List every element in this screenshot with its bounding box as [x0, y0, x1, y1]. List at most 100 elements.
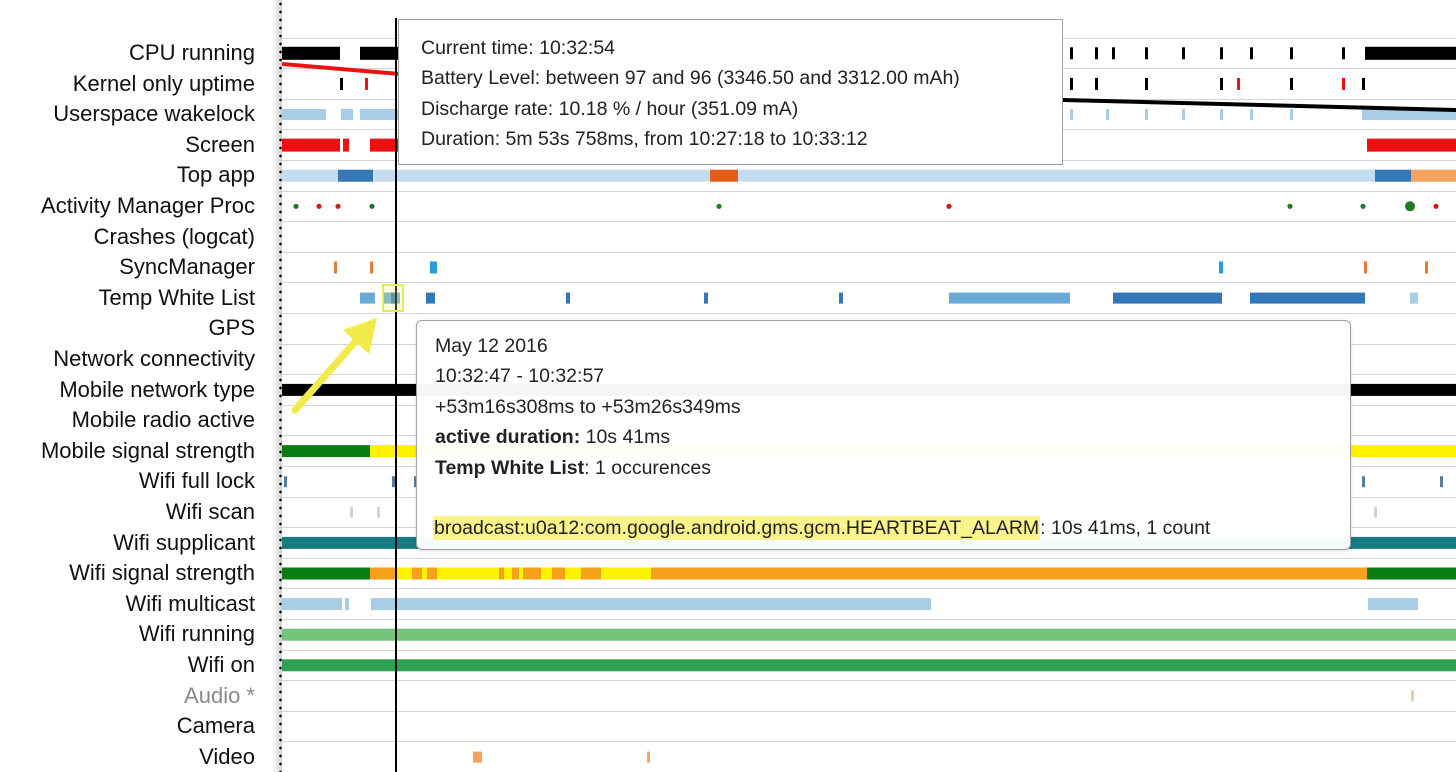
wifi-on-bar[interactable] [282, 659, 1456, 672]
wifi-signal-bar[interactable] [395, 567, 412, 580]
current-time-cursor[interactable] [395, 18, 397, 772]
kernel-uptime-tick[interactable] [1095, 77, 1098, 90]
cpu-running-tick[interactable] [1070, 47, 1073, 60]
whitelist-tick[interactable] [566, 292, 570, 304]
cpu-running-bar[interactable] [282, 46, 340, 60]
cpu-running-bar[interactable] [1365, 46, 1456, 60]
sync-tick[interactable] [1364, 261, 1367, 274]
cpu-running-tick[interactable] [1182, 47, 1185, 60]
cpu-running-tick[interactable] [1290, 47, 1293, 60]
screen-on-bar[interactable] [1367, 138, 1456, 152]
cpu-running-tick[interactable] [1095, 47, 1098, 60]
kernel-uptime-tick[interactable] [1145, 77, 1148, 90]
event-detail-value: : 10s 41ms, 1 count [1040, 516, 1211, 539]
wakelock-tick[interactable] [1145, 109, 1148, 120]
event-dot[interactable] [316, 203, 322, 209]
event-dot[interactable] [1405, 201, 1415, 212]
event-dot[interactable] [1433, 203, 1439, 209]
screen-on-bar[interactable] [282, 138, 340, 152]
wifi-signal-bar[interactable] [504, 567, 512, 580]
top-app-bar[interactable] [338, 169, 373, 182]
event-dot[interactable] [1360, 203, 1366, 209]
event-dot[interactable] [1287, 203, 1293, 209]
wifi-multicast-bar[interactable] [345, 598, 349, 611]
whitelist-bar[interactable] [426, 292, 435, 304]
current-time-text: Current time: 10:32:54 [421, 37, 616, 59]
cpu-running-bar[interactable] [360, 46, 398, 60]
event-dot[interactable] [293, 203, 299, 209]
screen-on-bar[interactable] [343, 138, 349, 152]
cpu-running-tick[interactable] [1145, 47, 1148, 60]
wifi-running-bar[interactable] [282, 628, 1456, 641]
wifi-scan-tick[interactable] [350, 506, 353, 518]
wakelock-tick[interactable] [1106, 109, 1109, 120]
sync-tick[interactable] [334, 261, 337, 274]
cpu-running-tick[interactable] [1112, 47, 1115, 60]
event-dot[interactable] [369, 203, 375, 209]
whitelist-bar[interactable] [949, 292, 1070, 304]
kernel-uptime-tick[interactable] [365, 77, 368, 90]
wifi-lock-tick[interactable] [1362, 476, 1365, 488]
event-dot[interactable] [335, 203, 341, 209]
event-dot[interactable] [946, 203, 952, 209]
cpu-running-tick[interactable] [1250, 47, 1253, 60]
wakelock-tick[interactable] [1290, 109, 1293, 120]
wakelock-tick[interactable] [1250, 109, 1253, 120]
whitelist-bar[interactable] [1250, 292, 1365, 304]
wakelock-tick[interactable] [1220, 109, 1223, 120]
wifi-signal-bar[interactable] [1367, 567, 1456, 580]
sync-tick[interactable] [370, 261, 373, 274]
top-app-bar[interactable] [710, 169, 738, 182]
top-app-bar[interactable] [1375, 169, 1411, 182]
wifi-multicast-bar[interactable] [282, 598, 342, 611]
whitelist-bar[interactable] [1113, 292, 1222, 304]
kernel-uptime-tick[interactable] [340, 77, 343, 90]
kernel-uptime-tick[interactable] [1362, 77, 1365, 90]
row-label: Temp White List [98, 284, 256, 310]
sync-tick[interactable] [1425, 261, 1428, 274]
audio-tick[interactable] [1411, 690, 1414, 702]
wifi-signal-bar[interactable] [282, 567, 370, 580]
wifi-lock-tick[interactable] [284, 476, 287, 488]
kernel-uptime-tick[interactable] [1342, 77, 1345, 90]
row-label: Screen [185, 131, 255, 157]
wifi-signal-bar[interactable] [601, 567, 651, 580]
wifi-signal-bar[interactable] [519, 567, 523, 580]
whitelist-bar[interactable] [1410, 292, 1418, 304]
cpu-running-tick[interactable] [1220, 47, 1223, 60]
wakelock-tick[interactable] [1070, 109, 1073, 120]
video-bar[interactable] [473, 751, 482, 763]
wifi-multicast-bar[interactable] [371, 598, 931, 611]
wakelock-bar[interactable] [282, 109, 326, 120]
wifi-scan-tick[interactable] [377, 506, 380, 518]
sync-bar[interactable] [1219, 261, 1223, 274]
wifi-signal-bar[interactable] [541, 567, 552, 580]
wifi-signal-bar[interactable] [422, 567, 427, 580]
kernel-uptime-tick[interactable] [1220, 77, 1223, 90]
top-app-bar[interactable] [282, 169, 1456, 182]
whitelist-bar[interactable] [360, 292, 375, 304]
cpu-running-tick[interactable] [1342, 47, 1345, 60]
whitelist-tick[interactable] [704, 292, 708, 304]
row-label: Wifi scan [165, 499, 255, 524]
wifi-lock-tick[interactable] [1440, 476, 1443, 488]
kernel-uptime-tick[interactable] [1237, 77, 1240, 90]
wakelock-bar[interactable] [360, 109, 398, 120]
mobile-signal-bar[interactable] [282, 445, 370, 458]
selected-bar-highlight[interactable] [382, 284, 404, 312]
sync-bar[interactable] [430, 261, 437, 274]
wifi-signal-bar[interactable] [565, 567, 581, 580]
kernel-uptime-tick[interactable] [1070, 77, 1073, 90]
whitelist-tick[interactable] [839, 292, 843, 304]
event-dot[interactable] [716, 203, 722, 209]
wifi-multicast-bar[interactable] [1368, 598, 1418, 611]
video-tick[interactable] [647, 751, 650, 763]
top-app-bar[interactable] [1411, 169, 1456, 182]
kernel-uptime-tick[interactable] [1290, 77, 1293, 90]
wifi-signal-bar[interactable] [437, 567, 499, 580]
wakelock-tick[interactable] [1182, 109, 1185, 120]
screen-on-bar[interactable] [370, 138, 398, 152]
wakelock-bar[interactable] [341, 109, 353, 120]
event-time-range: 10:32:47 - 10:32:57 [435, 365, 605, 388]
wifi-scan-tick[interactable] [1374, 506, 1377, 518]
